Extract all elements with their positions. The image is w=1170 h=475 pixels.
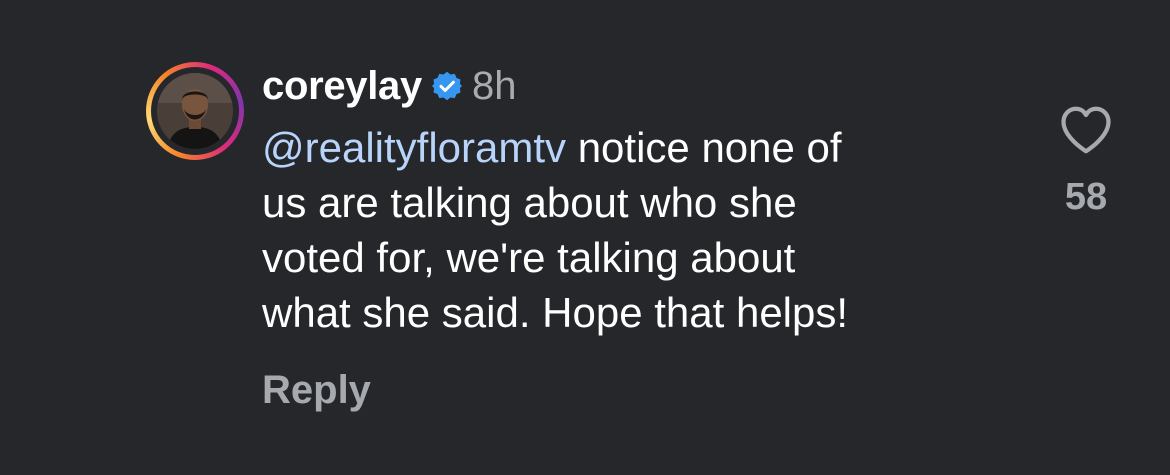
like-count: 58 bbox=[1064, 176, 1108, 218]
username[interactable]: coreylay bbox=[262, 64, 422, 109]
heart-outline-icon bbox=[1061, 106, 1111, 154]
avatar-story-ring[interactable] bbox=[146, 62, 244, 160]
mention-link[interactable]: @realityfloramtv bbox=[262, 124, 566, 171]
comment-text-segment: notice none of bbox=[566, 124, 842, 171]
comment-text: @realityfloramtv notice none of us are t… bbox=[262, 120, 1022, 340]
comment-header: coreylay 8h bbox=[262, 60, 516, 112]
comment-line: us are talking about who she bbox=[262, 179, 797, 226]
verified-badge-icon bbox=[431, 71, 462, 101]
avatar[interactable] bbox=[157, 73, 233, 149]
reply-button[interactable]: Reply bbox=[262, 368, 371, 413]
comment-line: @realityfloramtv notice none of bbox=[262, 120, 1022, 175]
comment: coreylay 8h @realityfloramtv notice none… bbox=[0, 0, 1170, 475]
timestamp: 8h bbox=[471, 63, 517, 108]
avatar-ring-gap bbox=[151, 67, 239, 155]
comment-line: voted for, we're talking about bbox=[262, 234, 796, 281]
avatar-image bbox=[157, 73, 233, 149]
like-button[interactable] bbox=[1056, 100, 1116, 160]
comment-line: what she said. Hope that helps! bbox=[262, 289, 849, 336]
